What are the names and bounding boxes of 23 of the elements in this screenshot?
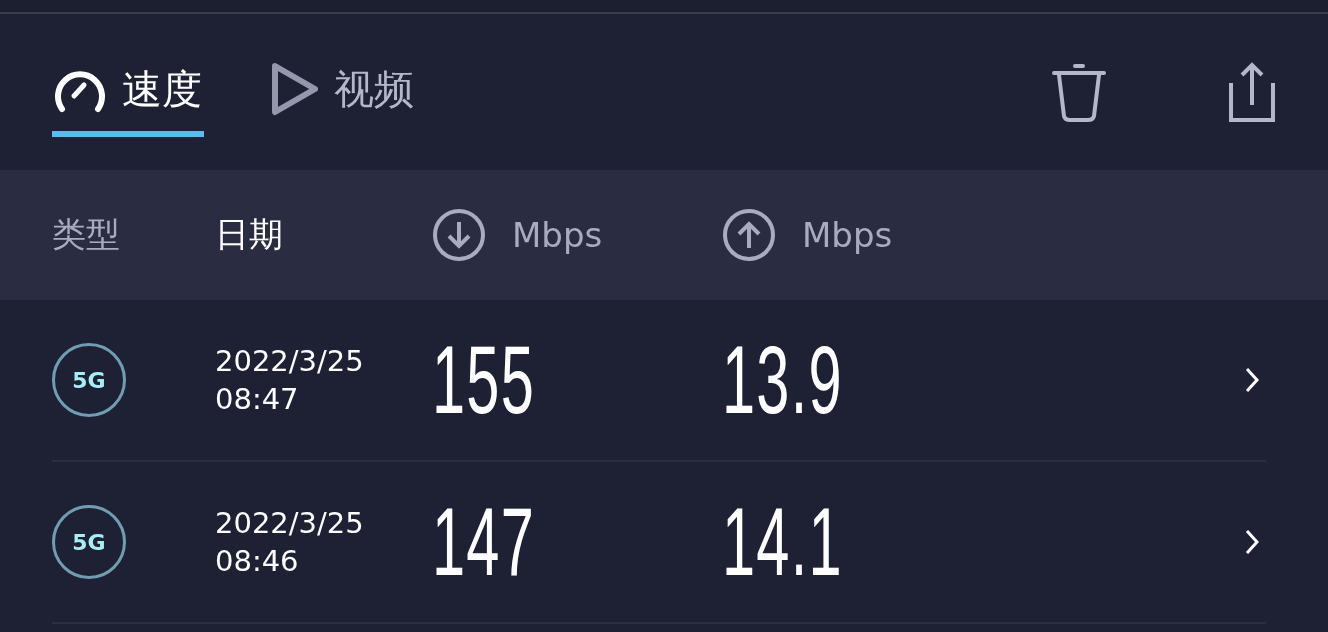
share-icon <box>1228 61 1276 123</box>
download-speed: 147 <box>432 487 536 597</box>
tab[interactable]: 速度 <box>52 47 204 137</box>
upload-speed: 14.1 <box>722 487 843 597</box>
upload-icon <box>722 208 776 262</box>
network-type-badge: 5G <box>52 343 126 417</box>
chevron-right-icon[interactable] <box>1244 528 1260 556</box>
column-header[interactable]: Mbps <box>512 215 603 255</box>
test-date: 2022/3/25 08:47 <box>215 343 364 418</box>
network-type-badge: 5G <box>52 505 126 579</box>
trash-icon <box>1050 61 1108 123</box>
column-header[interactable]: 日期 <box>215 212 283 258</box>
column-header[interactable]: Mbps <box>802 215 893 255</box>
test-date: 2022/3/25 08:46 <box>215 505 364 580</box>
play-icon <box>270 61 320 117</box>
download-speed: 155 <box>432 325 536 435</box>
chevron-right-icon[interactable] <box>1244 366 1260 394</box>
share-button[interactable] <box>1228 61 1276 123</box>
delete-button[interactable] <box>1050 61 1108 123</box>
download-icon <box>432 208 486 262</box>
column-header[interactable]: 类型 <box>52 212 120 258</box>
upload-speed: 13.9 <box>722 325 843 435</box>
tab[interactable]: 视频 <box>270 47 416 137</box>
